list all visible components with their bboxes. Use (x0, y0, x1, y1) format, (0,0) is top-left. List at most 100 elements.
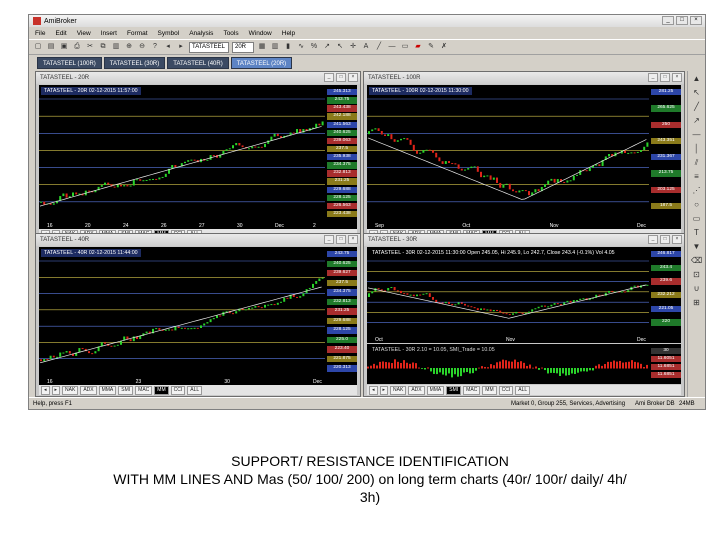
scroll-left-icon[interactable]: ◂ (369, 385, 378, 395)
open-folder-icon[interactable]: ▤ (46, 42, 56, 52)
pane-minimize-button[interactable]: _ (324, 73, 334, 82)
indicator-tab-mm[interactable]: MM (154, 385, 169, 395)
maximize-button[interactable]: □ (676, 16, 688, 25)
ruler-icon[interactable]: ⊞ (693, 299, 700, 307)
scroll-left-icon[interactable]: ◂ (163, 42, 173, 52)
pane-maximize-button[interactable]: □ (336, 73, 346, 82)
tab-40r[interactable]: TATASTEEL (40R) (167, 57, 229, 69)
price-chart[interactable]: TATASTEEL - 100R 02-12-2015 11:30:00 281… (367, 85, 681, 229)
copy-icon[interactable]: ⧉ (98, 42, 108, 52)
menu-edit[interactable]: Edit (55, 30, 66, 37)
rectangle-shape-icon[interactable]: ▭ (693, 215, 701, 223)
indicator-tab-smi[interactable]: SMI (118, 385, 134, 395)
magnet-icon[interactable]: ∪ (694, 285, 700, 293)
indicator-tab-cci[interactable]: CCI (498, 385, 514, 395)
crosshair-icon[interactable]: ✛ (348, 42, 358, 52)
color-picker-icon[interactable]: ▰ (413, 42, 423, 52)
horizontal-line-tool-icon[interactable]: — (387, 42, 397, 52)
indicator-tab-nak[interactable]: NAK (390, 385, 407, 395)
pane-close-button[interactable]: × (672, 73, 682, 82)
tab-100r[interactable]: TATASTEEL (100R) (37, 57, 102, 69)
erase-icon[interactable]: ⌫ (691, 257, 702, 265)
menu-help[interactable]: Help (282, 30, 295, 37)
channel-tool-icon[interactable]: ⫽ (695, 159, 699, 167)
line-chart-icon[interactable]: ∿ (296, 42, 306, 52)
lock-icon[interactable]: ⊡ (693, 271, 700, 279)
pane-close-button[interactable]: × (348, 73, 358, 82)
price-chart[interactable]: TATASTEEL - 40R 02-12-2015 11:44:00 243.… (39, 247, 357, 385)
arrow-up-icon[interactable]: ▲ (693, 75, 701, 83)
arrow-icon[interactable]: ↗ (322, 42, 332, 52)
indicator-tab-mac[interactable]: MAC (463, 385, 481, 395)
save-icon[interactable]: ▣ (59, 42, 69, 52)
menu-view[interactable]: View (77, 30, 91, 37)
scroll-right-icon[interactable]: ▸ (51, 385, 61, 395)
cursor-icon[interactable]: ↖ (335, 42, 345, 52)
indicator-tab-mac[interactable]: MAC (135, 385, 153, 395)
indicator-subchart[interactable]: TATASTEEL - 30R 2.10 = 10.05, SMI_Trade … (367, 344, 681, 384)
paste-icon[interactable]: ▥ (111, 42, 121, 52)
chart-type-icon[interactable]: ▦ (257, 42, 267, 52)
price-chart[interactable]: TATASTEEL - 30R 02-12-2015 11:30:00 Open… (367, 247, 681, 343)
pane-maximize-button[interactable]: □ (660, 235, 670, 244)
menu-window[interactable]: Window (249, 30, 272, 37)
fibonacci-tool-icon[interactable]: ≡ (694, 173, 699, 181)
menu-symbol[interactable]: Symbol (158, 30, 180, 37)
hline-tool-icon[interactable]: — (693, 131, 701, 139)
indicator-tab-nak[interactable]: NAK (62, 385, 79, 395)
pointer-icon[interactable]: ↖ (693, 89, 700, 97)
bar-chart-icon[interactable]: ▥ (270, 42, 280, 52)
pane-minimize-button[interactable]: _ (648, 235, 658, 244)
indicator-tab-mm[interactable]: MM (482, 385, 497, 395)
menu-file[interactable]: File (35, 30, 45, 37)
interval-selector[interactable]: 20R (232, 41, 254, 53)
pane-maximize-button[interactable]: □ (336, 235, 346, 244)
menu-tools[interactable]: Tools (223, 30, 238, 37)
price-chart[interactable]: TATASTEEL - 20R 02-12-2015 11:57:00 245.… (39, 85, 357, 229)
minimize-button[interactable]: _ (662, 16, 674, 25)
indicator-tab-cci[interactable]: CCI (170, 385, 186, 395)
pen-tool-icon[interactable]: ✎ (426, 42, 436, 52)
menu-format[interactable]: Format (127, 30, 148, 37)
trendline-tool-icon[interactable]: ╱ (374, 42, 384, 52)
tab-30r[interactable]: TATASTEEL (30R) (103, 57, 166, 69)
delete-tool-icon[interactable]: ✗ (439, 42, 449, 52)
indicator-tab-adx[interactable]: ADX (80, 385, 97, 395)
gann-tool-icon[interactable]: ⋰ (693, 187, 701, 195)
scroll-left-icon[interactable]: ◂ (41, 385, 50, 395)
ray-tool-icon[interactable]: ↗ (693, 117, 700, 125)
menu-analysis[interactable]: Analysis (189, 30, 213, 37)
indicator-tab-smi[interactable]: SMI (446, 385, 462, 395)
print-icon[interactable]: ⎙ (72, 42, 82, 52)
pane-minimize-button[interactable]: _ (324, 235, 334, 244)
scroll-right-icon[interactable]: ▸ (176, 42, 186, 52)
indicator-tab-mma[interactable]: MMA (98, 385, 117, 395)
indicator-icon[interactable]: % (309, 42, 319, 52)
text-tool-icon[interactable]: A (361, 42, 371, 52)
pane-close-button[interactable]: × (672, 235, 682, 244)
tab-20r[interactable]: TATASTEEL (20R) (230, 57, 293, 69)
help-icon[interactable]: ? (150, 42, 160, 52)
close-button[interactable]: × (690, 16, 702, 25)
cut-icon[interactable]: ✂ (85, 42, 95, 52)
pane-close-button[interactable]: × (348, 235, 358, 244)
candlestick-icon[interactable]: ▮ (283, 42, 293, 52)
arrow-down-icon[interactable]: ▼ (693, 243, 701, 251)
rectangle-tool-icon[interactable]: ▭ (400, 42, 410, 52)
scroll-right-icon[interactable]: ▸ (379, 385, 389, 395)
vline-tool-icon[interactable]: │ (694, 145, 699, 153)
indicator-tab-all[interactable]: ALL (515, 385, 531, 395)
symbol-selector[interactable]: TATASTEEL (189, 41, 229, 53)
zoom-out-icon[interactable]: ⊖ (137, 42, 147, 52)
indicator-tab-adx[interactable]: ADX (408, 385, 425, 395)
circle-tool-icon[interactable]: ○ (694, 201, 699, 209)
text-shape-icon[interactable]: T (694, 229, 699, 237)
line-tool-icon[interactable]: ╱ (694, 103, 699, 111)
pane-maximize-button[interactable]: □ (660, 73, 670, 82)
indicator-tab-mma[interactable]: MMA (426, 385, 445, 395)
new-document-icon[interactable]: ▢ (33, 42, 43, 52)
zoom-in-icon[interactable]: ⊕ (124, 42, 134, 52)
pane-minimize-button[interactable]: _ (648, 73, 658, 82)
menu-insert[interactable]: Insert (101, 30, 117, 37)
indicator-tab-all[interactable]: ALL (187, 385, 203, 395)
